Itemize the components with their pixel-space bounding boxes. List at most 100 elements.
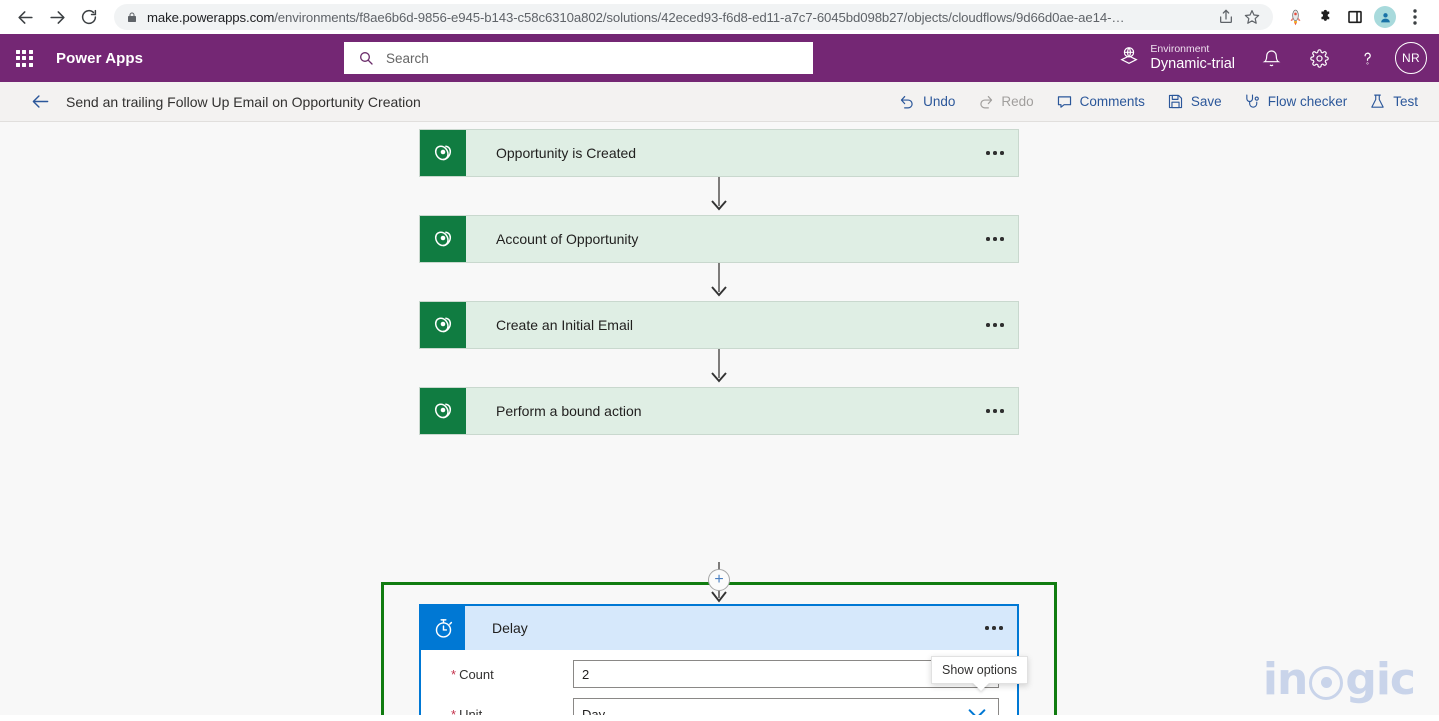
star-icon[interactable] — [1239, 4, 1265, 30]
globe-icon — [1118, 45, 1140, 72]
count-value: 2 — [582, 666, 590, 682]
command-bar: Send an trailing Follow Up Email on Oppo… — [0, 82, 1439, 122]
notifications-button[interactable] — [1247, 34, 1295, 82]
back-arrow-icon — [17, 10, 33, 24]
required-asterisk: * — [451, 706, 457, 716]
app-header-right: Environment Dynamic-trial NR — [1118, 34, 1439, 82]
flow-step-card[interactable]: Opportunity is Created — [419, 129, 1019, 177]
ellipsis-icon[interactable] — [972, 323, 1018, 327]
ellipsis-icon[interactable] — [972, 237, 1018, 241]
delay-step-card[interactable]: Delay * Count 2 * Unit Day — [419, 604, 1019, 715]
count-label-text: Count — [459, 666, 494, 682]
flow-step-label: Opportunity is Created — [496, 145, 637, 161]
unit-field-row: * Unit Day — [435, 698, 999, 715]
flow-step-label: Account of Opportunity — [496, 231, 639, 247]
waffle-icon — [15, 49, 33, 67]
watermark-text-pre: in — [1262, 654, 1308, 705]
undo-button[interactable]: Undo — [888, 82, 966, 122]
dataverse-icon — [420, 302, 466, 348]
gear-icon — [1309, 48, 1329, 68]
address-bar[interactable]: make.powerapps.com/environments/f8ae6b6d… — [114, 4, 1273, 30]
dataverse-icon — [420, 388, 466, 434]
redo-button[interactable]: Redo — [966, 82, 1044, 122]
unit-value: Day — [582, 706, 606, 716]
user-avatar[interactable]: NR — [1395, 42, 1427, 74]
flow-checker-button[interactable]: Flow checker — [1233, 82, 1359, 122]
profile-avatar-icon[interactable] — [1371, 3, 1399, 31]
arrow-down-icon — [711, 349, 727, 383]
delay-step-title: Delay — [492, 620, 528, 636]
browser-forward-button[interactable] — [42, 2, 72, 32]
arrow-down-icon — [711, 177, 727, 211]
search-icon — [358, 50, 374, 66]
back-to-flows-button[interactable] — [20, 82, 60, 122]
dataverse-icon — [420, 216, 466, 262]
flow-step-label: Create an Initial Email — [496, 317, 633, 333]
count-field-row: * Count 2 — [435, 660, 999, 688]
flask-icon — [1371, 94, 1384, 108]
search-input[interactable] — [386, 50, 796, 66]
waffle-menu-button[interactable] — [0, 34, 48, 82]
undo-icon — [900, 95, 913, 109]
flow-step-card[interactable]: Account of Opportunity — [419, 215, 1019, 263]
help-button[interactable] — [1343, 34, 1391, 82]
flow-connector — [419, 263, 1019, 301]
command-bar-actions: Undo Redo Comments Save Flow checker Tes… — [888, 82, 1429, 122]
flow-checker-label: Flow checker — [1267, 94, 1348, 109]
browser-extensions — [1281, 3, 1429, 31]
ellipsis-icon[interactable] — [972, 151, 1018, 155]
rocket-icon[interactable] — [1281, 3, 1309, 31]
browser-toolbar: make.powerapps.com/environments/f8ae6b6d… — [0, 0, 1439, 34]
inogic-watermark: in gic — [1262, 654, 1416, 705]
save-button[interactable]: Save — [1156, 82, 1233, 122]
show-options-tooltip: Show options — [931, 656, 1029, 684]
back-arrow-icon — [32, 95, 48, 108]
delay-step-body: * Count 2 * Unit Day — [421, 650, 1017, 715]
app-header: Power Apps Environment Dynamic-trial — [0, 34, 1439, 82]
share-icon[interactable] — [1213, 4, 1239, 30]
url-host: make.powerapps.com — [147, 9, 275, 25]
flow-step-card[interactable]: Perform a bound action — [419, 387, 1019, 435]
environment-text: Environment Dynamic-trial — [1150, 43, 1235, 73]
comments-label: Comments — [1079, 94, 1145, 109]
unit-label-text: Unit — [459, 706, 483, 716]
redo-label: Redo — [1001, 94, 1034, 109]
sidepanel-icon[interactable] — [1341, 3, 1369, 31]
browser-back-button[interactable] — [10, 2, 40, 32]
ellipsis-icon[interactable] — [971, 626, 1017, 630]
undo-label: Undo — [923, 94, 956, 109]
app-brand-title[interactable]: Power Apps — [56, 50, 143, 67]
test-label: Test — [1393, 94, 1418, 109]
question-mark-icon — [1363, 52, 1371, 64]
required-asterisk: * — [451, 666, 457, 682]
delay-step-header[interactable]: Delay — [421, 606, 1017, 650]
ellipsis-icon[interactable] — [972, 409, 1018, 413]
comment-icon — [1057, 96, 1071, 108]
global-search-box[interactable] — [344, 42, 813, 74]
puzzle-piece-icon[interactable] — [1311, 3, 1339, 31]
environment-selector[interactable]: Environment Dynamic-trial — [1118, 43, 1247, 73]
browser-reload-button[interactable] — [74, 2, 104, 32]
reload-icon — [81, 9, 97, 25]
watermark-logo-icon — [1309, 665, 1344, 700]
stopwatch-icon — [421, 606, 465, 650]
redo-icon — [980, 95, 993, 109]
unit-select[interactable]: Day — [573, 698, 999, 715]
flow-step-label: Perform a bound action — [496, 403, 642, 419]
save-label: Save — [1190, 94, 1222, 109]
chevron-down-icon[interactable] — [966, 707, 988, 715]
add-step-button[interactable]: + — [708, 569, 730, 591]
flow-designer-canvas: Opportunity is Created Account of Opport… — [0, 122, 1439, 715]
test-button[interactable]: Test — [1358, 82, 1429, 122]
flow-step-card[interactable]: Create an Initial Email — [419, 301, 1019, 349]
unit-field-label: * Unit — [435, 707, 573, 716]
environment-name: Dynamic-trial — [1150, 56, 1235, 72]
settings-button[interactable] — [1295, 34, 1343, 82]
flow-connector — [419, 177, 1019, 215]
dataverse-icon — [420, 130, 466, 176]
url-path: /environments/f8ae6b6d-9856-e945-b143-c5… — [274, 9, 1125, 25]
stethoscope-icon — [1245, 94, 1259, 108]
three-dot-menu-icon[interactable] — [1401, 3, 1429, 31]
flow-steps-column: Opportunity is Created Account of Opport… — [419, 122, 1019, 435]
comments-button[interactable]: Comments — [1045, 82, 1156, 122]
